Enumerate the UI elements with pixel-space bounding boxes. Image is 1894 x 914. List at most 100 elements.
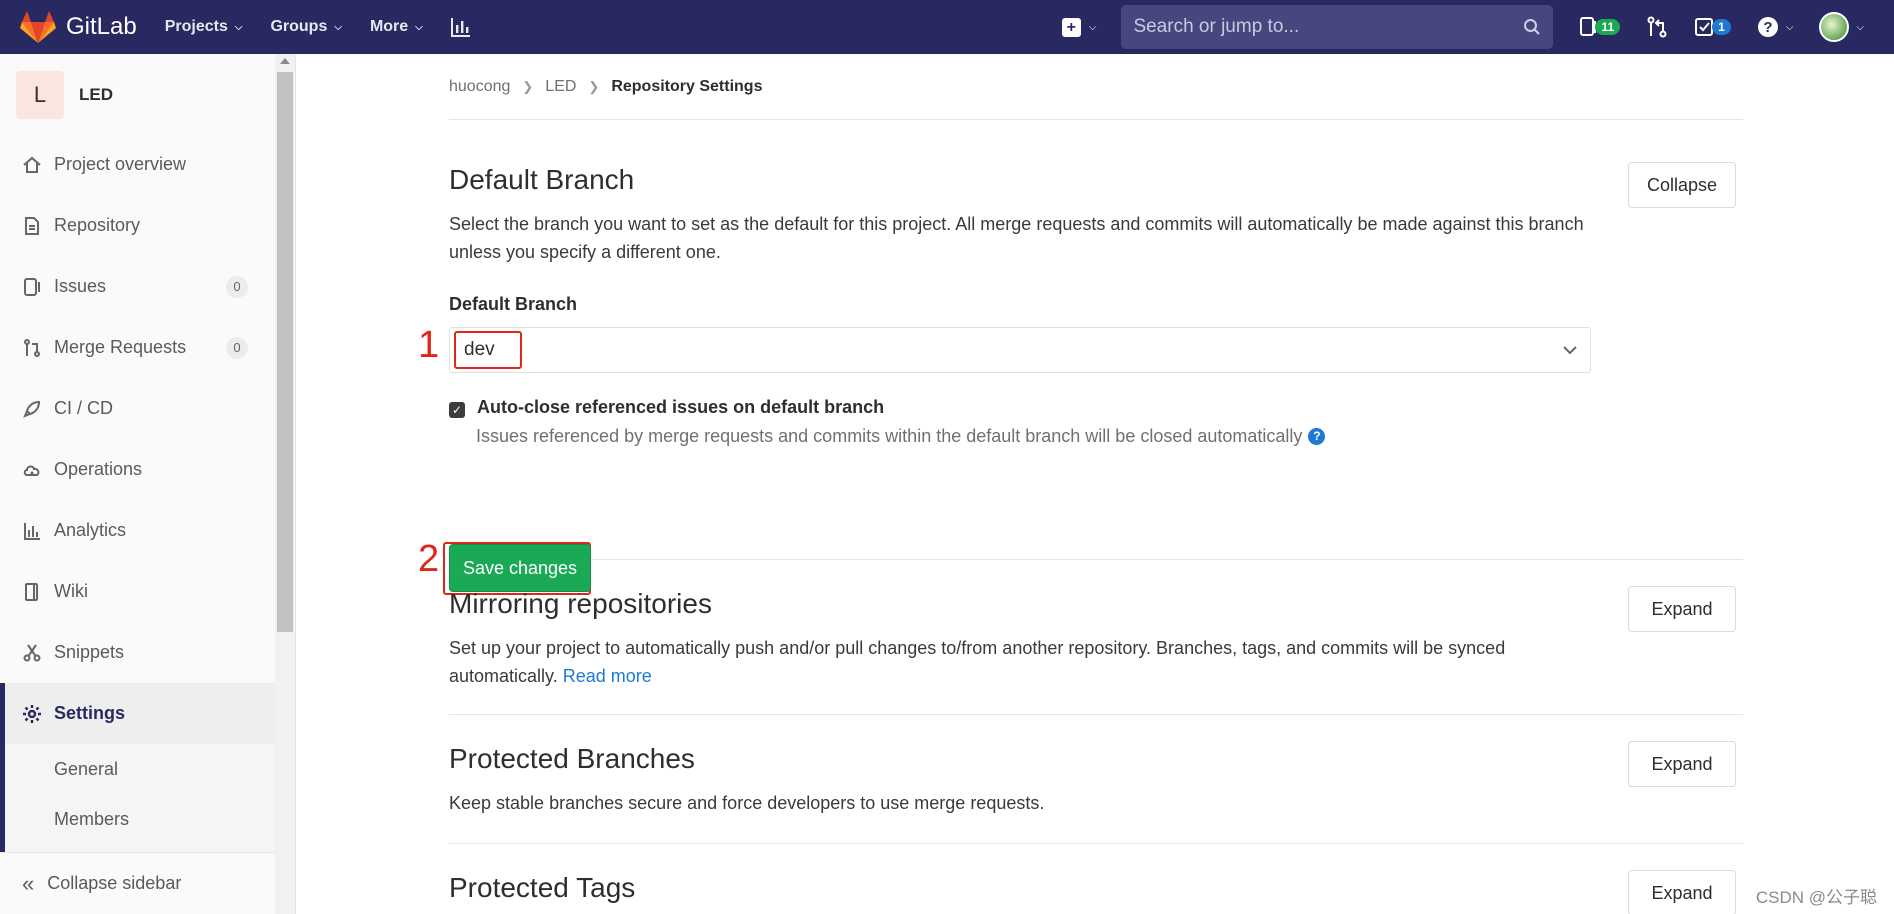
document-icon	[25, 216, 39, 235]
chevron-down-icon: ⌵	[1856, 21, 1864, 33]
annotation-step-1: 1	[418, 324, 440, 366]
nav-more[interactable]: More ⌵	[370, 0, 423, 54]
help-icon: ?	[1757, 17, 1778, 37]
activity-chart-icon[interactable]	[449, 15, 473, 39]
issues-nav-button[interactable]: 11	[1579, 16, 1621, 38]
sidebar-item-analytics[interactable]: Analytics	[0, 500, 295, 561]
section-description: Set up your project to automatically pus…	[449, 634, 1589, 690]
sidebar-item-label: Merge Requests	[54, 337, 187, 357]
gitlab-logo[interactable]: GitLab	[20, 0, 137, 54]
sidebar-item-operations[interactable]: Operations	[0, 439, 295, 500]
sidebar-item-settings[interactable]: Settings	[0, 683, 276, 744]
user-menu[interactable]: ⌵	[1819, 12, 1864, 42]
protected-branches-section: Protected Branches Expand Keep stable br…	[449, 715, 1743, 844]
breadcrumb-current[interactable]: Repository Settings	[611, 78, 762, 96]
rocket-icon	[23, 400, 41, 418]
expand-button[interactable]: Expand	[1628, 586, 1736, 632]
breadcrumb: huocong ❯ LED ❯ Repository Settings	[449, 54, 1743, 120]
scroll-up-arrow-icon[interactable]	[280, 58, 290, 64]
collapse-button[interactable]: Collapse	[1628, 162, 1736, 208]
annotation-step-2: 2	[418, 538, 440, 580]
todos-count-badge: 1	[1712, 19, 1731, 35]
chevron-right-icon: ❯	[588, 78, 600, 94]
nav-groups[interactable]: Groups ⌵	[270, 0, 341, 54]
gitlab-fox-icon	[20, 11, 56, 43]
chevron-down-icon: ⌵	[1785, 21, 1794, 33]
sidebar-item-ci-cd[interactable]: CI / CD	[0, 378, 295, 439]
chevron-down-icon: ⌵	[334, 21, 342, 33]
scissors-icon	[23, 643, 41, 661]
auto-close-help-text: Issues referenced by merge requests and …	[476, 426, 1326, 447]
sidebar-item-label: Operations	[54, 459, 143, 479]
sidebar-item-label: Analytics	[54, 520, 127, 540]
expand-button[interactable]: Expand	[1628, 870, 1736, 914]
sidebar-item-snippets[interactable]: Snippets	[0, 622, 295, 683]
search-icon	[1524, 19, 1541, 35]
sidebar-item-wiki[interactable]: Wiki	[0, 561, 295, 622]
issues-icon	[24, 277, 40, 296]
help-nav-button[interactable]: ? ⌵	[1757, 16, 1794, 38]
chevron-down-icon: ⌵	[1088, 21, 1097, 33]
sidebar-project-header[interactable]: L LED	[0, 62, 295, 128]
collapse-sidebar-label: Collapse sidebar	[47, 873, 182, 893]
selected-branch-value: dev	[464, 339, 495, 360]
scrollbar-thumb[interactable]	[277, 72, 293, 632]
user-avatar	[1819, 12, 1850, 42]
default-branch-select[interactable]: dev	[449, 327, 1591, 373]
sidebar-item-label: Project overview	[54, 154, 187, 174]
nav-more-label: More	[369, 18, 409, 35]
sidebar-item-project-overview[interactable]: Project overview	[0, 134, 295, 195]
project-sidebar: L LED Project overview Repository Issues…	[0, 54, 296, 914]
auto-close-checkbox-label[interactable]: Auto-close referenced issues on default …	[477, 397, 884, 418]
chevron-down-icon: ⌵	[234, 21, 243, 33]
search-input[interactable]	[1133, 16, 1524, 38]
auto-close-help-label: Issues referenced by merge requests and …	[476, 426, 1303, 446]
collapse-sidebar-button[interactable]: « Collapse sidebar	[0, 852, 276, 914]
home-icon	[23, 156, 41, 173]
question-circle-icon[interactable]: ?	[1308, 428, 1326, 445]
chart-icon	[24, 522, 40, 540]
merge-requests-nav-button[interactable]	[1646, 16, 1668, 38]
nav-projects[interactable]: Projects ⌵	[165, 0, 243, 54]
nav-projects-label: Projects	[164, 18, 228, 35]
mirroring-section: Mirroring repositories Expand Set up you…	[449, 560, 1743, 715]
default-branch-label: Default Branch	[449, 294, 578, 314]
sidebar-item-label: Settings	[54, 703, 126, 723]
read-more-link[interactable]: Read more	[563, 666, 652, 686]
breadcrumb-item-namespace[interactable]: huocong	[449, 78, 510, 96]
chevron-right-icon: ❯	[522, 78, 534, 94]
main-content: huocong ❯ LED ❯ Repository Settings Defa…	[418, 54, 1743, 914]
chevron-down-icon	[1563, 346, 1577, 355]
watermark: CSDN @公子聪	[1755, 888, 1877, 907]
sidebar-subitem-members[interactable]: Members	[5, 794, 276, 844]
section-title: Default Branch	[449, 164, 635, 195]
section-description: Keep stable branches secure and force de…	[449, 793, 1045, 813]
expand-button[interactable]: Expand	[1628, 741, 1736, 787]
chevron-down-icon: ⌵	[415, 21, 423, 33]
auto-close-checkbox[interactable]: ✓	[449, 402, 465, 418]
auto-close-checkbox-row[interactable]: ✓ Auto-close referenced issues on defaul…	[449, 397, 884, 418]
sidebar-item-label: Wiki	[54, 581, 88, 601]
sidebar-item-repository[interactable]: Repository	[0, 195, 295, 256]
cloud-gear-icon	[23, 465, 40, 476]
todos-nav-button[interactable]: 1	[1694, 17, 1731, 37]
sidebar-item-label: Repository	[54, 215, 141, 235]
issues-count-badge: 0	[226, 275, 248, 298]
sidebar-scrollbar[interactable]	[275, 54, 295, 914]
sidebar-item-issues[interactable]: Issues 0	[0, 256, 295, 317]
default-branch-section: Default Branch Collapse Select the branc…	[418, 120, 1743, 595]
section-title: Protected Branches	[449, 743, 695, 774]
section-title: Mirroring repositories	[449, 588, 712, 619]
sidebar-menu: Project overview Repository Issues 0 Mer…	[0, 134, 295, 744]
sidebar-subitem-general[interactable]: General	[5, 744, 276, 794]
search-bar[interactable]	[1121, 5, 1554, 49]
new-item-button[interactable]: + ⌵	[1061, 17, 1097, 37]
project-name: LED	[79, 85, 113, 104]
sidebar-item-label: CI / CD	[54, 398, 114, 418]
nav-groups-label: Groups	[270, 18, 328, 35]
svg-text:?: ?	[1763, 19, 1772, 36]
protected-tags-section: Protected Tags Expand	[449, 844, 1743, 914]
top-navbar: GitLab Projects ⌵ Groups ⌵ More ⌵ + ⌵ Se…	[0, 0, 1894, 54]
breadcrumb-item-project[interactable]: LED	[545, 78, 576, 96]
sidebar-item-merge-requests[interactable]: Merge Requests 0	[0, 317, 295, 378]
